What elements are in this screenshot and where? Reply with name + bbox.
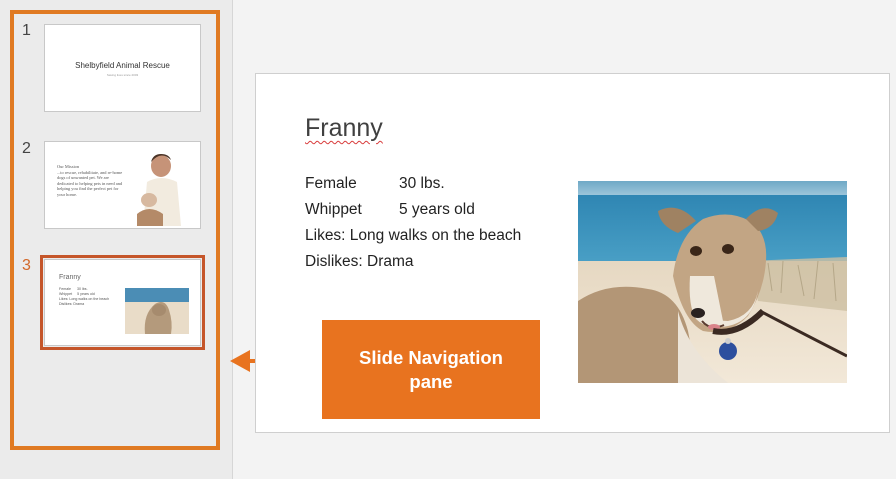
info-dislikes: Dislikes: Drama [305, 253, 414, 270]
slide-title[interactable]: Franny [305, 114, 383, 143]
navigation-pane-highlight [10, 10, 220, 450]
info-weight: 30 lbs. [399, 175, 445, 192]
info-row-sex-weight: Female 30 lbs. [305, 175, 445, 193]
slide-navigation-callout: Slide Navigation pane [322, 320, 540, 419]
slide-navigation-pane[interactable]: 1 Shelbyfield Animal Rescue Saving lives… [0, 0, 233, 479]
info-age: 5 years old [399, 201, 475, 218]
info-likes: Likes: Long walks on the beach [305, 227, 522, 244]
dog-image [578, 181, 847, 383]
info-breed: Whippet [305, 201, 362, 218]
info-row-breed-age: Whippet 5 years old [305, 201, 475, 219]
info-sex: Female [305, 175, 357, 192]
callout-line-2: pane [409, 370, 453, 392]
callout-line-1: Slide Navigation [359, 346, 503, 368]
dog-photo[interactable] [578, 181, 847, 383]
